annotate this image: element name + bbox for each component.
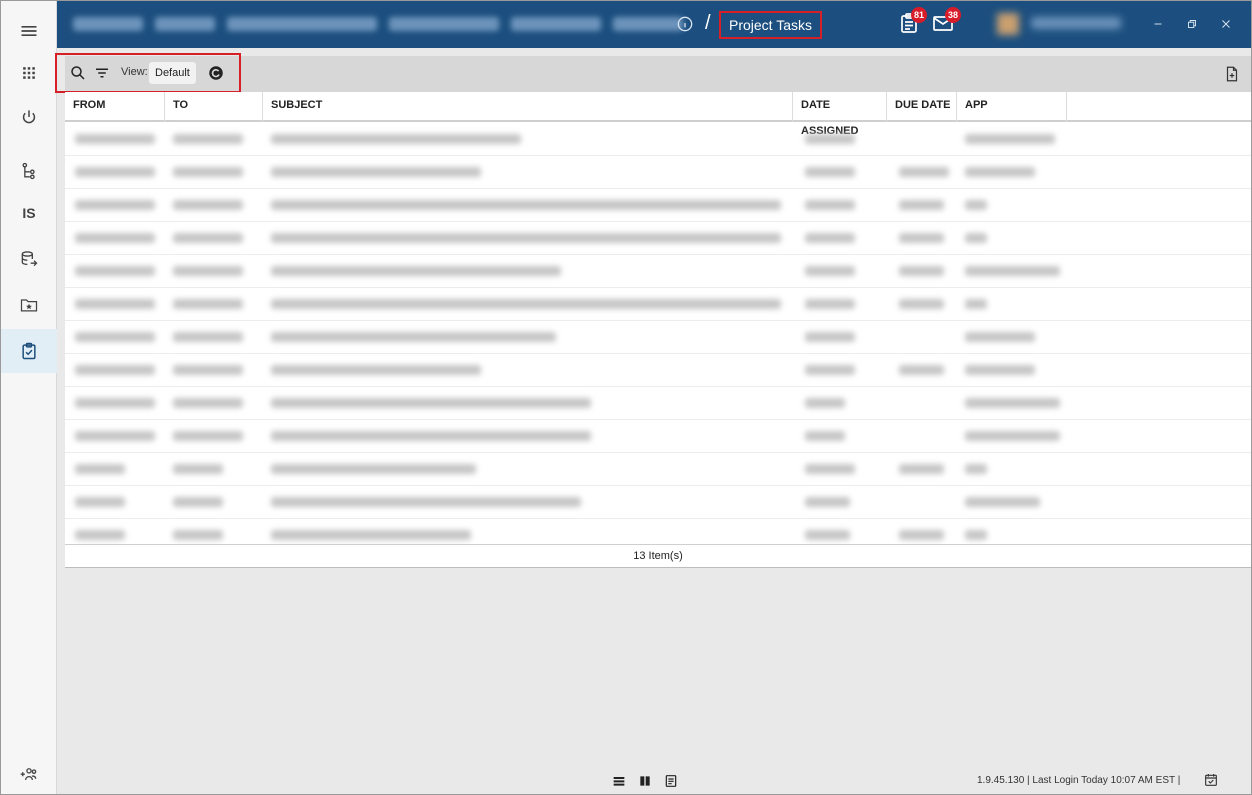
hamburger-menu-icon[interactable]	[1, 9, 57, 53]
breadcrumb-separator: /	[705, 12, 711, 34]
table-header: FROM TO SUBJECT DATE ASSIGNED DUE DATE A…	[65, 92, 1251, 137]
column-header-from[interactable]: FROM	[65, 92, 165, 122]
restore-button[interactable]	[1181, 13, 1203, 35]
column-header-subject[interactable]: SUBJECT	[263, 92, 793, 122]
column-header-app[interactable]: APP	[957, 92, 1067, 122]
table-row[interactable]	[65, 156, 1251, 189]
table-row[interactable]	[65, 420, 1251, 453]
table-body	[65, 123, 1251, 544]
table-row[interactable]	[65, 387, 1251, 420]
item-count: 13 Item(s)	[65, 544, 1251, 566]
search-icon[interactable]	[69, 64, 87, 82]
table-row[interactable]	[65, 123, 1251, 156]
list-view-icon[interactable]	[611, 773, 627, 789]
tasks-badge: 81	[911, 7, 927, 23]
mail-badge: 38	[945, 7, 961, 23]
view-label: View:	[121, 66, 148, 78]
page-title: Project Tasks	[719, 11, 822, 39]
left-navigation-rail: IS	[1, 1, 57, 794]
favorite-folder-icon[interactable]	[1, 283, 57, 327]
workflow-tree-icon[interactable]	[1, 149, 57, 193]
add-group-icon[interactable]	[1, 753, 57, 794]
top-bar: / Project Tasks 81 38	[57, 1, 1251, 48]
restore-icon	[1188, 20, 1196, 28]
power-icon[interactable]	[1, 95, 57, 139]
view-selector[interactable]: Default	[149, 62, 196, 84]
grid-toolbar: View: Default	[55, 53, 1251, 93]
minimize-button[interactable]	[1147, 13, 1169, 35]
table-row[interactable]	[65, 288, 1251, 321]
table-row[interactable]	[65, 519, 1251, 544]
table-row[interactable]	[65, 222, 1251, 255]
database-export-icon[interactable]	[1, 237, 57, 281]
is-text-icon[interactable]: IS	[1, 191, 57, 235]
split-view-icon[interactable]	[637, 773, 653, 789]
table-row[interactable]	[65, 321, 1251, 354]
table-row[interactable]	[65, 486, 1251, 519]
export-document-icon[interactable]	[1223, 65, 1241, 83]
view-controls-highlight: View: Default	[55, 53, 241, 93]
close-icon	[1222, 20, 1230, 28]
breadcrumb-redacted	[73, 17, 683, 31]
table-row[interactable]	[65, 453, 1251, 486]
column-header-to[interactable]: TO	[165, 92, 263, 122]
avatar	[997, 13, 1019, 35]
reset-view-icon[interactable]	[207, 64, 225, 82]
tasks-table: FROM TO SUBJECT DATE ASSIGNED DUE DATE A…	[65, 92, 1251, 568]
table-row[interactable]	[65, 189, 1251, 222]
user-menu-redacted[interactable]	[991, 11, 1141, 37]
table-row[interactable]	[65, 255, 1251, 288]
apps-grid-icon[interactable]	[1, 51, 57, 95]
app-window: IS / Project Tasks 81 38 View: Default F…	[0, 0, 1252, 795]
mail-notification-button[interactable]: 38	[931, 7, 961, 37]
tasks-notification-button[interactable]: 81	[897, 7, 927, 37]
column-header-date-assigned[interactable]: DATE ASSIGNED	[793, 92, 887, 137]
detail-view-icon[interactable]	[663, 773, 679, 789]
clipboard-check-icon[interactable]	[1, 329, 57, 373]
calendar-check-icon[interactable]	[1203, 772, 1219, 788]
close-button[interactable]	[1215, 13, 1237, 35]
minimize-icon	[1154, 23, 1162, 25]
filter-icon[interactable]	[93, 64, 111, 82]
column-header-due-date[interactable]: DUE DATE	[887, 92, 957, 122]
table-row[interactable]	[65, 354, 1251, 387]
info-icon[interactable]	[675, 14, 695, 34]
status-text: 1.9.45.130 | Last Login Today 10:07 AM E…	[977, 775, 1181, 786]
is-label: IS	[22, 205, 36, 221]
user-name-redacted	[1031, 17, 1121, 29]
